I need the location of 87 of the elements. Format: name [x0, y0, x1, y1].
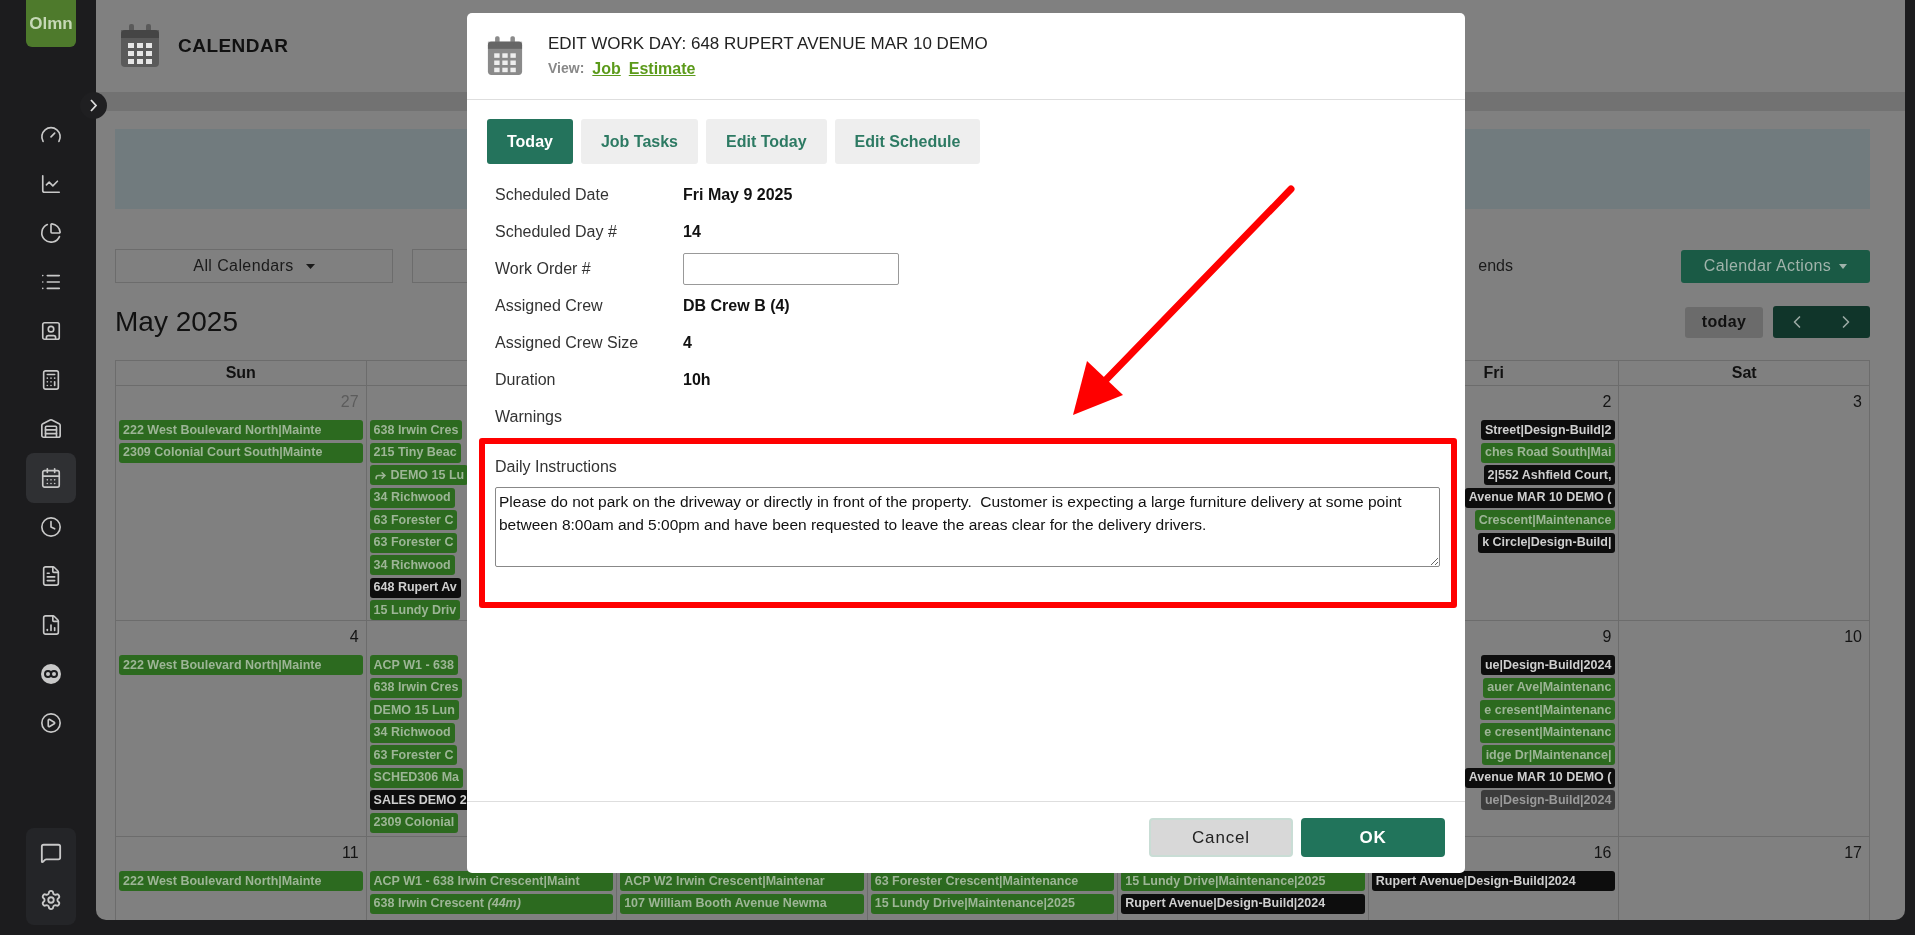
field-value: 4: [683, 332, 692, 353]
weekends-label: ends: [1478, 256, 1513, 276]
field-label: Warnings: [495, 406, 563, 427]
calendar-event[interactable]: 222 West Boulevard North|Mainte: [119, 420, 363, 440]
pie-chart-icon: [40, 222, 62, 244]
weekday-header: Sat: [1731, 363, 1757, 383]
calculator-icon: [40, 369, 62, 391]
calendar-filter-dropdown[interactable]: All Calendars: [115, 249, 393, 283]
chevron-right-icon: [90, 99, 97, 112]
day-number: 3: [1853, 392, 1862, 412]
calendar-icon: [120, 24, 160, 68]
event-title: 2309 Colonial Court South|Mainte: [123, 446, 323, 459]
event-title: 222 West Boulevard North|Mainte: [123, 658, 322, 672]
weekday-header: Fri: [1483, 363, 1504, 383]
field-label: Assigned Crew Size: [495, 332, 640, 353]
ok-button[interactable]: OK: [1301, 818, 1445, 857]
event-title: 15 Lundy Drive|Maintenance|2025: [874, 897, 1075, 910]
instructions-textarea[interactable]: Please do not park on the driveway or directly in front of the property. Customer is expecting a large furniture delivery at some point between 8:00am and 5:00pm and have been requested to leave the areas clear for the delivery drivers.: [495, 487, 1440, 567]
calendar-event[interactable]: 638 Irwin Crescent (44m): [369, 893, 614, 914]
app-logo[interactable]: Olmn: [26, 0, 76, 47]
event-title: Rupert Avenue|Design-Build|2024: [1125, 897, 1326, 910]
calendar-event[interactable]: 107 William Booth Avenue Newma: [620, 893, 864, 914]
day-number: 17: [1844, 843, 1862, 863]
calendar-event[interactable]: ACP W1 - 638 Irwin Crescent|Maint: [369, 871, 614, 891]
event-title: 222 West Boulevard North|Mainte: [123, 874, 322, 888]
calendar-event[interactable]: Rupert Avenue|Design-Build|2024: [1121, 893, 1365, 914]
calendar-icon: [40, 467, 62, 489]
day-number: 2: [1602, 392, 1612, 412]
dialog-title: EDIT WORK DAY: 648 RUPERT AVENUE MAR 10 DEMO: [548, 33, 988, 56]
event-title: 638 Irwin Crescent (44m): [373, 897, 521, 910]
calendar-event[interactable]: DEMO 15 Lu: [369, 465, 469, 485]
month-title: May 2025: [115, 305, 238, 339]
settings-icon[interactable]: [40, 889, 62, 911]
tab[interactable]: Job Tasks: [580, 119, 698, 164]
today-button[interactable]: today: [1685, 306, 1763, 338]
event-title: ACP W2 Irwin Crescent|Maintenar: [624, 874, 825, 888]
view-label: View:: [548, 59, 585, 79]
caret-icon: [1839, 263, 1848, 269]
warehouse-icon: [40, 418, 62, 440]
page-title: CALENDAR: [178, 33, 289, 58]
weekday-header: Sun: [225, 363, 256, 383]
field-label: Work Order #: [495, 258, 592, 279]
clock-icon: [40, 516, 62, 538]
field-value: DB Crew B (4): [683, 295, 790, 316]
event-title: 107 William Booth Avenue Newma: [624, 897, 827, 910]
event-title: 15 Lundy Drive|Maintenance|2025: [1125, 874, 1326, 888]
contact-card-icon: [40, 320, 62, 342]
day-number: 16: [1593, 843, 1612, 863]
event-title: DEMO 15 Lu: [390, 468, 465, 482]
calendar-event[interactable]: 15 Lundy Drive|Maintenance|2025: [1121, 871, 1365, 891]
calendar-event[interactable]: 222 West Boulevard North|Mainte: [119, 871, 363, 891]
day-number: 4: [349, 627, 359, 647]
event-title: 222 West Boulevard North|Mainte: [123, 423, 322, 437]
tab[interactable]: Today: [487, 119, 573, 164]
calendar-event[interactable]: 2309 Colonial Court South|Mainte: [119, 442, 363, 463]
event-title: ACP W1 - 638 Irwin Crescent|Maint: [373, 874, 580, 888]
calendar-event[interactable]: ACP W2 Irwin Crescent|Maintenar: [620, 871, 864, 891]
view-link[interactable]: Estimate: [628, 56, 696, 81]
line-chart-icon: [40, 173, 62, 195]
tab[interactable]: Edit Today: [706, 119, 827, 164]
field-label: Assigned Crew: [495, 295, 604, 316]
day-number: 9: [1602, 627, 1612, 647]
caret-icon: [305, 263, 315, 269]
calendar-actions-button[interactable]: Calendar Actions: [1681, 249, 1870, 283]
tab[interactable]: Edit Schedule: [834, 119, 981, 164]
field-label: Duration: [495, 369, 557, 390]
nav-item[interactable]: [26, 453, 76, 503]
cancel-button[interactable]: Cancel: [1149, 818, 1293, 857]
field-label: Scheduled Date: [495, 184, 610, 205]
calendar-event[interactable]: Rupert Avenue|Design-Build|2024: [1371, 871, 1616, 891]
calendar-icon: [487, 35, 523, 77]
event-title: Rupert Avenue|Design-Build|2024: [1375, 874, 1576, 888]
calendar-event[interactable]: 222 West Boulevard North|Mainte: [119, 655, 363, 675]
day-number: 11: [341, 843, 359, 863]
calendar-event[interactable]: 63 Forester Crescent|Maintenance: [870, 871, 1115, 891]
field-value: 10h: [683, 369, 711, 390]
play-icon: [40, 712, 62, 734]
field-label: Daily Instructions: [495, 457, 618, 477]
field-value: Fri May 9 2025: [683, 184, 793, 205]
field-label: Scheduled Day #: [495, 221, 618, 242]
work-order-input[interactable]: [683, 252, 899, 285]
view-link[interactable]: Job: [592, 56, 621, 81]
day-number: 10: [1844, 627, 1862, 647]
report-icon: [40, 614, 62, 636]
field-value: 14: [683, 221, 701, 242]
event-title: 63 Forester Crescent|Maintenance: [874, 874, 1079, 888]
calendar-event[interactable]: 15 Lundy Drive|Maintenance|2025: [870, 893, 1115, 914]
